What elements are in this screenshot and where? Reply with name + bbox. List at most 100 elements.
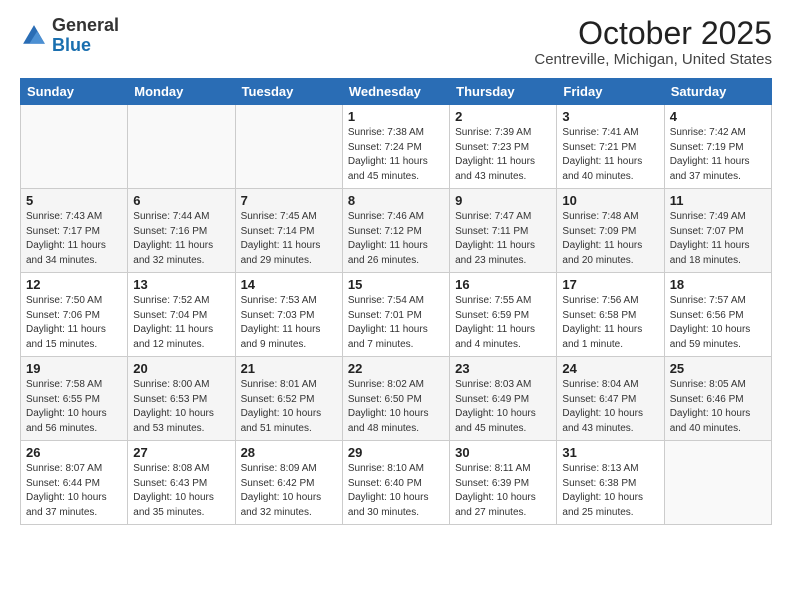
- logo-blue: Blue: [52, 35, 91, 55]
- calendar-cell: 27 Sunrise: 8:08 AM Sunset: 6:43 PM Dayli…: [128, 441, 235, 525]
- calendar-cell: 17 Sunrise: 7:56 AM Sunset: 6:58 PM Dayli…: [557, 273, 664, 357]
- calendar-cell: 8 Sunrise: 7:46 AM Sunset: 7:12 PM Daylig…: [342, 189, 449, 273]
- logo-icon: [20, 22, 48, 50]
- day-number: 25: [670, 361, 766, 376]
- calendar-cell: [21, 105, 128, 189]
- calendar-cell: 28 Sunrise: 8:09 AM Sunset: 6:42 PM Dayli…: [235, 441, 342, 525]
- day-number: 11: [670, 193, 766, 208]
- day-info: Sunrise: 7:53 AM Sunset: 7:03 PM Dayligh…: [241, 294, 337, 352]
- calendar-title: October 2025: [534, 16, 772, 51]
- logo-general: General: [52, 15, 119, 35]
- calendar-cell: 26Sunrise: 8:07 AM Sunset: 6:44 PM Dayli…: [21, 441, 128, 525]
- day-info: Sunrise: 7:46 AM Sunset: 7:12 PM Dayligh…: [348, 210, 444, 268]
- header-monday: Monday: [128, 79, 235, 105]
- day-info: Sunrise: 7:45 AM Sunset: 7:14 PM Dayligh…: [241, 210, 337, 268]
- day-number: 20: [133, 361, 229, 376]
- calendar-cell: 31Sunrise: 8:13 AM Sunset: 6:38 PM Dayli…: [557, 441, 664, 525]
- day-number: 10: [562, 193, 658, 208]
- day-number: 24: [562, 361, 658, 376]
- day-number: 23: [455, 361, 551, 376]
- page: General Blue October 2025 Centreville, M…: [0, 0, 792, 612]
- calendar-table: Sunday Monday Tuesday Wednesday Thursday…: [20, 78, 772, 525]
- day-info: Sunrise: 8:13 AM Sunset: 6:38 PM Dayligh…: [562, 462, 658, 520]
- day-info: Sunrise: 8:09 AM Sunset: 6:42 PM Dayligh…: [241, 462, 337, 520]
- day-info: Sunrise: 7:47 AM Sunset: 7:11 PM Dayligh…: [455, 210, 551, 268]
- day-info: Sunrise: 7:44 AM Sunset: 7:16 PM Dayligh…: [133, 210, 229, 268]
- day-info: Sunrise: 7:41 AM Sunset: 7:21 PM Dayligh…: [562, 126, 658, 184]
- calendar-cell: [235, 105, 342, 189]
- day-number: 16: [455, 277, 551, 292]
- day-info: Sunrise: 7:54 AM Sunset: 7:01 PM Dayligh…: [348, 294, 444, 352]
- calendar-cell: 23 Sunrise: 8:03 AM Sunset: 6:49 PM Dayli…: [450, 357, 557, 441]
- day-number: 15: [348, 277, 444, 292]
- day-number: 17: [562, 277, 658, 292]
- calendar-cell: 2 Sunrise: 7:39 AM Sunset: 7:23 PM Daylig…: [450, 105, 557, 189]
- calendar-subtitle: Centreville, Michigan, United States: [534, 51, 772, 68]
- calendar-cell: 13Sunrise: 7:52 AM Sunset: 7:04 PM Dayli…: [128, 273, 235, 357]
- calendar-week-1: 1 Sunrise: 7:38 AM Sunset: 7:24 PM Daylig…: [21, 105, 772, 189]
- calendar-cell: 15 Sunrise: 7:54 AM Sunset: 7:01 PM Dayli…: [342, 273, 449, 357]
- calendar-cell: 29 Sunrise: 8:10 AM Sunset: 6:40 PM Dayli…: [342, 441, 449, 525]
- calendar-cell: 25 Sunrise: 8:05 AM Sunset: 6:46 PM Dayli…: [664, 357, 771, 441]
- day-info: Sunrise: 8:04 AM Sunset: 6:47 PM Dayligh…: [562, 378, 658, 436]
- day-info: Sunrise: 8:02 AM Sunset: 6:50 PM Dayligh…: [348, 378, 444, 436]
- calendar-cell: 16 Sunrise: 7:55 AM Sunset: 6:59 PM Dayli…: [450, 273, 557, 357]
- day-info: Sunrise: 7:57 AM Sunset: 6:56 PM Dayligh…: [670, 294, 766, 352]
- day-info: Sunrise: 7:42 AM Sunset: 7:19 PM Dayligh…: [670, 126, 766, 184]
- calendar-cell: [664, 441, 771, 525]
- day-info: Sunrise: 7:39 AM Sunset: 7:23 PM Dayligh…: [455, 126, 551, 184]
- title-block: October 2025 Centreville, Michigan, Unit…: [534, 16, 772, 68]
- calendar-week-5: 26Sunrise: 8:07 AM Sunset: 6:44 PM Dayli…: [21, 441, 772, 525]
- day-info: Sunrise: 7:56 AM Sunset: 6:58 PM Dayligh…: [562, 294, 658, 352]
- day-number: 3: [562, 109, 658, 124]
- day-info: Sunrise: 7:38 AM Sunset: 7:24 PM Dayligh…: [348, 126, 444, 184]
- calendar-cell: 21Sunrise: 8:01 AM Sunset: 6:52 PM Dayli…: [235, 357, 342, 441]
- day-info: Sunrise: 7:48 AM Sunset: 7:09 PM Dayligh…: [562, 210, 658, 268]
- day-number: 12: [26, 277, 122, 292]
- calendar-cell: 18 Sunrise: 7:57 AM Sunset: 6:56 PM Dayli…: [664, 273, 771, 357]
- calendar-cell: 7Sunrise: 7:45 AM Sunset: 7:14 PM Daylig…: [235, 189, 342, 273]
- day-info: Sunrise: 7:49 AM Sunset: 7:07 PM Dayligh…: [670, 210, 766, 268]
- day-number: 27: [133, 445, 229, 460]
- day-info: Sunrise: 7:55 AM Sunset: 6:59 PM Dayligh…: [455, 294, 551, 352]
- calendar-cell: 4 Sunrise: 7:42 AM Sunset: 7:19 PM Daylig…: [664, 105, 771, 189]
- day-info: Sunrise: 7:50 AM Sunset: 7:06 PM Dayligh…: [26, 294, 122, 352]
- day-number: 4: [670, 109, 766, 124]
- day-number: 6: [133, 193, 229, 208]
- day-info: Sunrise: 8:03 AM Sunset: 6:49 PM Dayligh…: [455, 378, 551, 436]
- header: General Blue October 2025 Centreville, M…: [20, 16, 772, 68]
- calendar-cell: 1 Sunrise: 7:38 AM Sunset: 7:24 PM Daylig…: [342, 105, 449, 189]
- day-number: 2: [455, 109, 551, 124]
- header-saturday: Saturday: [664, 79, 771, 105]
- day-info: Sunrise: 8:10 AM Sunset: 6:40 PM Dayligh…: [348, 462, 444, 520]
- day-info: Sunrise: 8:07 AM Sunset: 6:44 PM Dayligh…: [26, 462, 122, 520]
- day-number: 8: [348, 193, 444, 208]
- header-wednesday: Wednesday: [342, 79, 449, 105]
- calendar-cell: 20 Sunrise: 8:00 AM Sunset: 6:53 PM Dayli…: [128, 357, 235, 441]
- calendar-week-3: 12 Sunrise: 7:50 AM Sunset: 7:06 PM Dayli…: [21, 273, 772, 357]
- day-number: 29: [348, 445, 444, 460]
- day-info: Sunrise: 7:58 AM Sunset: 6:55 PM Dayligh…: [26, 378, 122, 436]
- day-number: 14: [241, 277, 337, 292]
- logo: General Blue: [20, 16, 119, 56]
- calendar-cell: 24 Sunrise: 8:04 AM Sunset: 6:47 PM Dayli…: [557, 357, 664, 441]
- calendar-cell: 11 Sunrise: 7:49 AM Sunset: 7:07 PM Dayli…: [664, 189, 771, 273]
- calendar-cell: 14 Sunrise: 7:53 AM Sunset: 7:03 PM Dayli…: [235, 273, 342, 357]
- calendar-cell: 10 Sunrise: 7:48 AM Sunset: 7:09 PM Dayli…: [557, 189, 664, 273]
- day-number: 21: [241, 361, 337, 376]
- calendar-cell: 12 Sunrise: 7:50 AM Sunset: 7:06 PM Dayli…: [21, 273, 128, 357]
- header-tuesday: Tuesday: [235, 79, 342, 105]
- day-number: 9: [455, 193, 551, 208]
- day-number: 18: [670, 277, 766, 292]
- day-info: Sunrise: 8:00 AM Sunset: 6:53 PM Dayligh…: [133, 378, 229, 436]
- header-thursday: Thursday: [450, 79, 557, 105]
- calendar-week-2: 5Sunrise: 7:43 AM Sunset: 7:17 PM Daylig…: [21, 189, 772, 273]
- header-friday: Friday: [557, 79, 664, 105]
- day-info: Sunrise: 8:05 AM Sunset: 6:46 PM Dayligh…: [670, 378, 766, 436]
- logo-text: General Blue: [52, 16, 119, 56]
- day-number: 28: [241, 445, 337, 460]
- day-info: Sunrise: 8:08 AM Sunset: 6:43 PM Dayligh…: [133, 462, 229, 520]
- day-number: 1: [348, 109, 444, 124]
- day-info: Sunrise: 7:43 AM Sunset: 7:17 PM Dayligh…: [26, 210, 122, 268]
- calendar-cell: 19Sunrise: 7:58 AM Sunset: 6:55 PM Dayli…: [21, 357, 128, 441]
